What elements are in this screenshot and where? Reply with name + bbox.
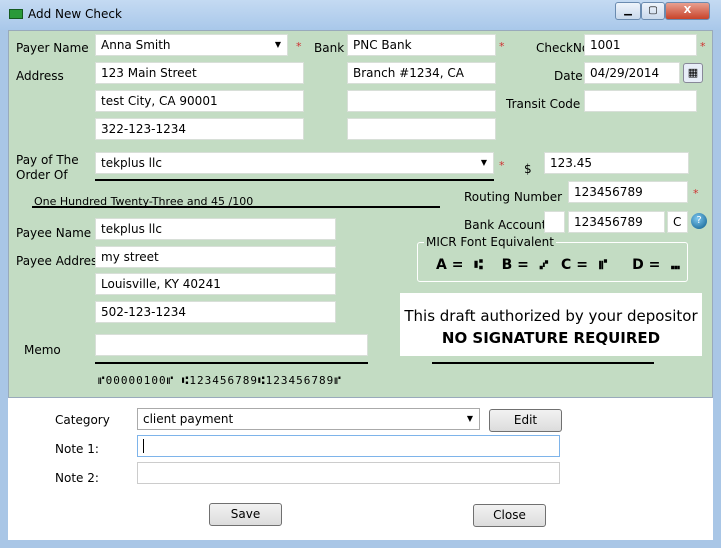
payer-name-label: Payer Name <box>16 41 89 55</box>
micr-line: ⑈00000100⑈ ⑆123456789⑆123456789⑈ <box>98 374 342 387</box>
category-label: Category <box>55 413 110 427</box>
maximize-button[interactable]: ▢ <box>641 2 665 20</box>
micr-group-legend: MICR Font Equivalent <box>424 235 556 249</box>
authorization-box: This draft authorized by your depositor … <box>400 293 702 356</box>
note2-label: Note 2: <box>55 471 99 485</box>
check-app-icon <box>9 9 23 19</box>
address-label: Address <box>16 69 64 83</box>
micr-c-symbol: ⑈ <box>598 257 608 273</box>
check-no-input[interactable]: 1001 <box>584 34 697 56</box>
save-button[interactable]: Save <box>209 503 282 526</box>
payer-name-combo[interactable]: Anna Smith <box>95 34 288 56</box>
check-no-label: CheckNo <box>536 41 590 55</box>
calendar-icon[interactable]: ▦ <box>683 63 703 83</box>
micr-d-label: D = <box>632 257 661 273</box>
signature-line <box>432 362 654 364</box>
account-suffix-input[interactable]: C <box>667 211 688 233</box>
bank-account-label: Bank Account <box>464 218 547 232</box>
payer-phone-input[interactable]: 322-123-1234 <box>95 118 304 140</box>
bank-label: Bank <box>314 41 345 55</box>
required-marker: * <box>296 40 302 53</box>
bank-branch-input[interactable]: Branch #1234, CA <box>347 62 496 84</box>
pay-to-combo[interactable]: tekplus llc <box>95 152 494 174</box>
required-marker: * <box>499 159 505 172</box>
payee-address1-input[interactable]: my street <box>95 246 336 268</box>
note1-label: Note 1: <box>55 442 99 456</box>
window-title: Add New Check <box>28 7 122 21</box>
required-marker: * <box>499 40 505 53</box>
date-input[interactable]: 04/29/2014 <box>584 62 680 84</box>
close-button[interactable]: Close <box>473 504 546 527</box>
memo-underline <box>95 362 368 364</box>
help-icon[interactable]: ? <box>691 213 707 229</box>
pay-to-label-1: Pay of The <box>16 153 79 167</box>
pay-to-underline <box>95 179 494 181</box>
memo-input[interactable] <box>95 334 368 356</box>
note2-input[interactable] <box>137 462 560 484</box>
bank-address-input[interactable] <box>347 90 496 112</box>
edit-button[interactable]: Edit <box>489 409 562 432</box>
bank-phone-input[interactable] <box>347 118 496 140</box>
transit-code-input[interactable] <box>584 90 697 112</box>
required-marker: * <box>693 187 699 200</box>
routing-number-input[interactable]: 123456789 <box>568 181 688 203</box>
category-combo[interactable]: client payment <box>137 408 480 430</box>
account-prefix-input[interactable] <box>544 211 565 233</box>
minimize-button[interactable]: ▁ <box>615 2 641 20</box>
memo-label: Memo <box>24 343 61 357</box>
payee-phone-input[interactable]: 502-123-1234 <box>95 301 336 323</box>
close-window-button[interactable]: X <box>665 2 710 20</box>
payee-address-label: Payee Address <box>16 254 104 268</box>
payee-address2-input[interactable]: Louisville, KY 40241 <box>95 273 336 295</box>
payee-name-label: Payee Name <box>16 226 92 240</box>
bank-name-input[interactable]: PNC Bank <box>347 34 496 56</box>
micr-b-symbol: ⑇ <box>539 257 549 273</box>
pay-to-label-2: Order Of <box>16 168 68 182</box>
dollar-sign: $ <box>524 162 532 176</box>
payer-address1-input[interactable]: 123 Main Street <box>95 62 304 84</box>
authorization-text: This draft authorized by your depositor <box>404 307 698 325</box>
micr-legend-row: A = ⑆ B = ⑇ C = ⑈ D = ⑉ <box>436 257 680 273</box>
payer-address2-input[interactable]: test City, CA 90001 <box>95 90 304 112</box>
text-cursor <box>143 439 144 453</box>
transit-code-label: Transit Code <box>506 97 581 111</box>
no-signature-text: NO SIGNATURE REQUIRED <box>441 329 661 347</box>
note1-input[interactable] <box>137 435 560 457</box>
micr-d-symbol: ⑉ <box>671 257 680 273</box>
amount-input[interactable]: 123.45 <box>544 152 689 174</box>
micr-a-label: A = <box>436 257 464 273</box>
required-marker: * <box>700 40 706 53</box>
account-number-input[interactable]: 123456789 <box>568 211 665 233</box>
words-underline <box>32 206 440 208</box>
routing-number-label: Routing Number <box>464 190 563 204</box>
micr-a-symbol: ⑆ <box>474 257 483 273</box>
date-label: Date <box>554 69 583 83</box>
payee-name-input[interactable]: tekplus llc <box>95 218 336 240</box>
micr-b-label: B = <box>501 257 529 273</box>
micr-c-label: C = <box>561 257 588 273</box>
